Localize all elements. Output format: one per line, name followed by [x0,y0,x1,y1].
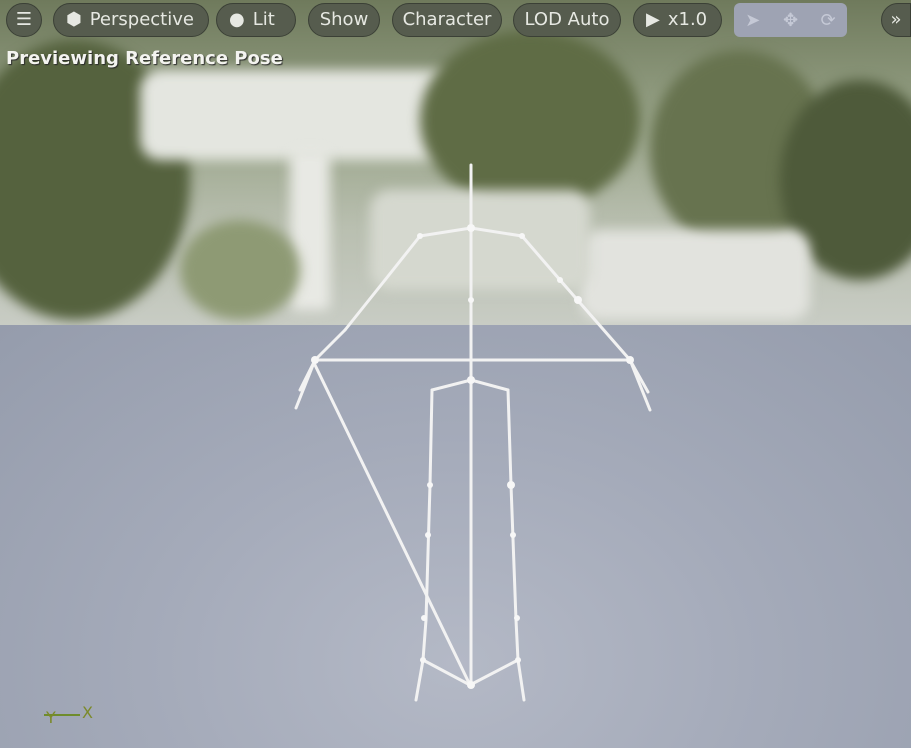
character-button[interactable]: Character [392,3,502,37]
lod-button[interactable]: LOD Auto [513,3,621,37]
transform-tools-group: ➤ ✥ ⟳ [734,3,847,37]
perspective-label: Perspective [89,9,194,30]
viewport-toolbar: ☰ ⬢ Perspective ● Lit Show Character LOD… [0,0,911,42]
playback-label: x1.0 [667,9,708,30]
axis-x-label: X [82,703,93,722]
axis-y-label: Y [46,708,56,727]
menu-button[interactable]: ☰ [6,3,42,37]
move-icon[interactable]: ✥ [783,10,798,31]
sphere-icon: ● [229,9,245,30]
playback-speed-button[interactable]: ▶ x1.0 [633,3,722,37]
hamburger-icon: ☰ [15,9,33,30]
character-label: Character [402,9,492,30]
lod-label: LOD Auto [524,9,610,30]
rotate-icon[interactable]: ⟳ [821,10,836,31]
viewport[interactable]: Previewing Reference Pose Y X [0,0,911,748]
chevron-double-right-icon: » [890,9,902,30]
axis-gizmo: Y X [42,700,102,730]
show-button[interactable]: Show [308,3,380,37]
overflow-button[interactable]: » [881,3,911,37]
show-label: Show [319,9,369,30]
play-icon: ▶ [646,9,660,30]
select-arrow-icon[interactable]: ➤ [745,10,760,31]
cube-icon: ⬢ [66,9,82,30]
viewport-status-text: Previewing Reference Pose [6,48,283,69]
lit-button[interactable]: ● Lit [216,3,296,37]
skeleton-mesh[interactable] [0,0,911,748]
perspective-button[interactable]: ⬢ Perspective [53,3,209,37]
lit-label: Lit [252,9,275,30]
